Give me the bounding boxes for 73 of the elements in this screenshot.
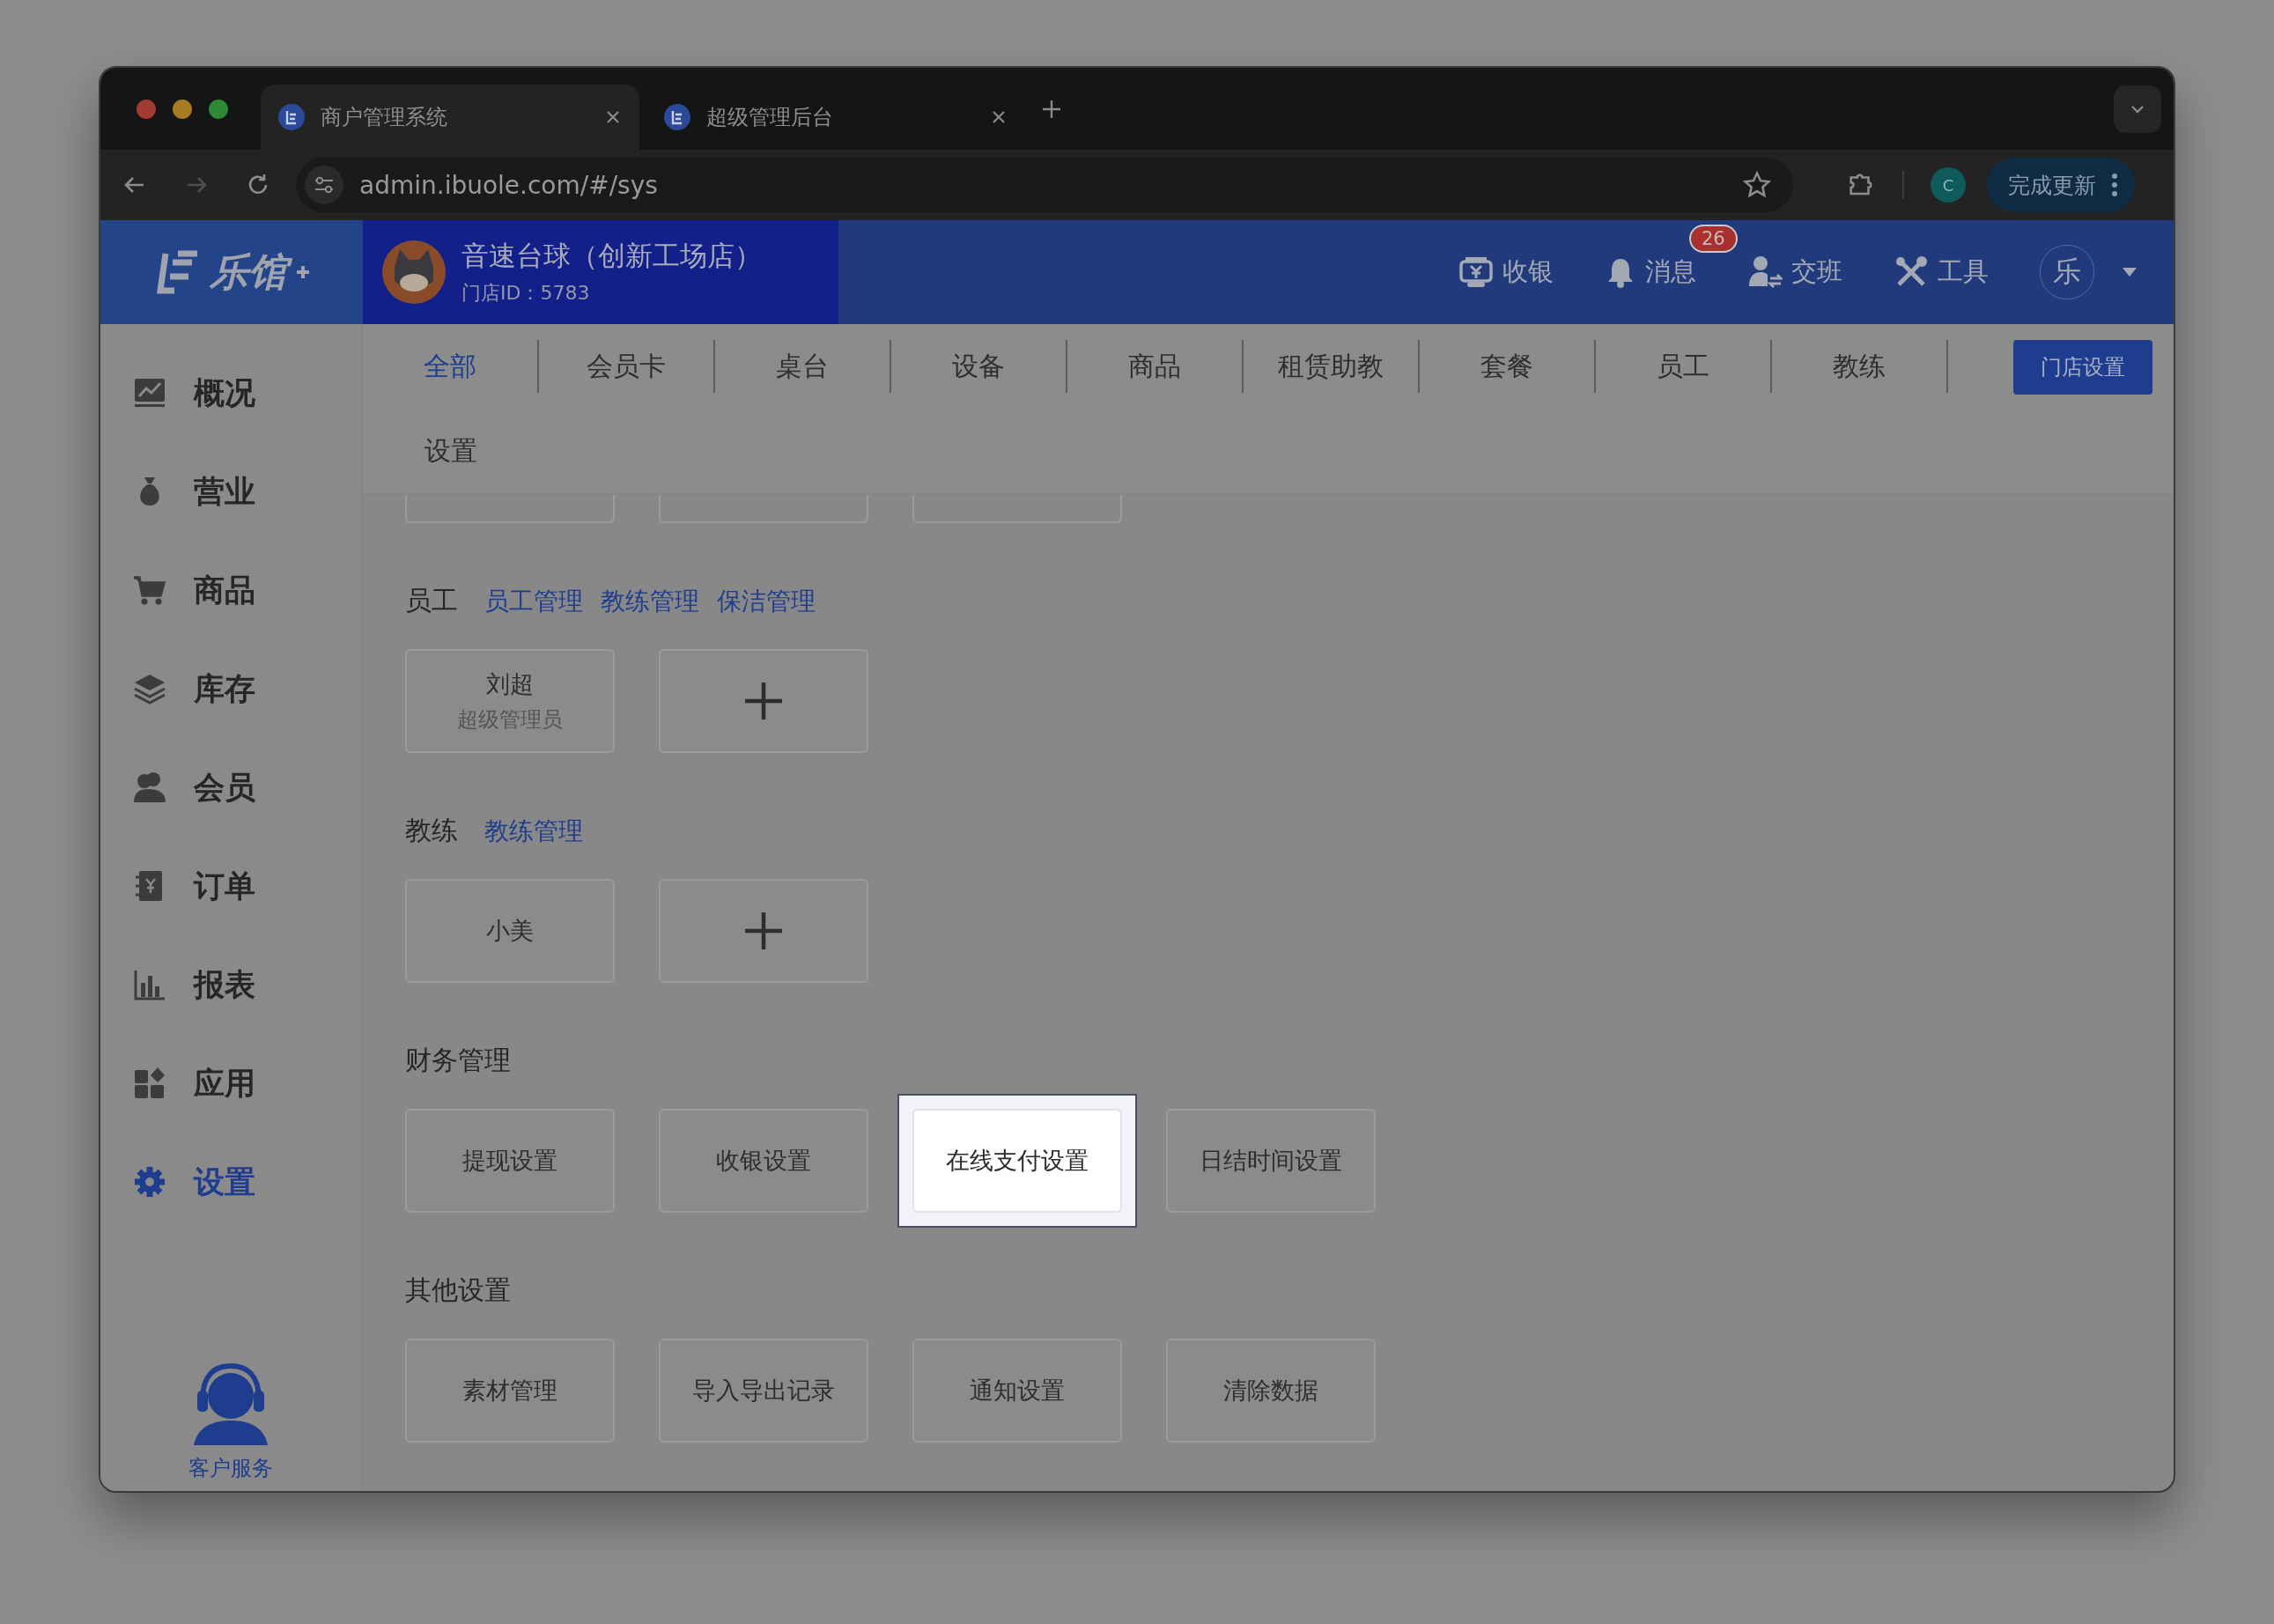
settings-button[interactable]: 收银设置: [659, 1109, 868, 1213]
browser-tab[interactable]: 超级管理后台: [646, 85, 1025, 150]
logo: 乐馆: [100, 220, 363, 324]
address-bar[interactable]: admin.ibuole.com/#/sys: [296, 158, 1793, 212]
plus-icon: [742, 680, 785, 722]
close-window-icon[interactable]: [136, 98, 157, 120]
sidebar-item[interactable]: 营业: [100, 442, 361, 541]
user-swap-icon: [1747, 255, 1783, 290]
category-tab[interactable]: 设置: [363, 424, 539, 477]
section-link[interactable]: 保洁管理: [717, 585, 816, 618]
section-title: 员工: [405, 584, 458, 617]
category-tab[interactable]: 设备: [891, 340, 1067, 393]
caret-icon[interactable]: [2121, 266, 2138, 278]
site-settings-icon[interactable]: [305, 166, 343, 204]
sidebar-item[interactable]: 报表: [100, 935, 361, 1034]
notification-badge: 26: [1689, 225, 1738, 253]
category-tab[interactable]: 商品: [1067, 340, 1244, 393]
users-icon: [132, 770, 167, 805]
section-title: 财务管理: [405, 1044, 511, 1077]
settings-button[interactable]: 素材管理: [405, 1339, 615, 1443]
settings-button[interactable]: 清除数据: [1166, 1339, 1376, 1443]
site-icon: [278, 104, 305, 130]
store-name: 音速台球（创新工场店）: [461, 239, 762, 273]
sidebar-item[interactable]: 概况: [100, 343, 361, 442]
customer-service-button[interactable]: 客户服务: [100, 1361, 361, 1491]
section-link[interactable]: 教练管理: [601, 585, 699, 618]
staff-name: 刘超: [486, 669, 534, 699]
category-tab[interactable]: 桌台: [715, 340, 891, 393]
settings-button[interactable]: 提现设置: [405, 1109, 615, 1213]
profile-avatar[interactable]: C: [1931, 167, 1966, 203]
sidebar-item[interactable]: 应用: [100, 1034, 361, 1133]
store-panel[interactable]: 音速台球（创新工场店） 门店ID：5783: [363, 220, 838, 324]
staff-card[interactable]: 小美: [405, 879, 615, 983]
category-tab[interactable]: 全部: [363, 340, 539, 393]
staff-name: 小美: [486, 916, 534, 946]
cash-register-icon: [1458, 255, 1494, 290]
sidebar-item[interactable]: 会员: [100, 738, 361, 837]
sidebar-item[interactable]: 订单: [100, 837, 361, 935]
store-settings-button[interactable]: 门店设置: [2013, 340, 2152, 395]
plus-icon: [742, 910, 785, 952]
category-tab[interactable]: 员工: [1596, 340, 1772, 393]
section-title: 教练: [405, 814, 458, 847]
browser-tab[interactable]: 商户管理系统: [261, 85, 639, 150]
apps-icon: [132, 1066, 167, 1101]
header-action[interactable]: 工具: [1894, 255, 1989, 290]
sidebar-item[interactable]: 商品: [100, 541, 361, 639]
bookmark-star-icon[interactable]: [1742, 170, 1772, 200]
settings-button[interactable]: 在线支付设置: [912, 1109, 1122, 1213]
plus-icon: [296, 265, 310, 279]
sidebar-item[interactable]: 设置: [100, 1133, 361, 1231]
maximize-window-icon[interactable]: [208, 98, 229, 120]
category-tab[interactable]: 教练: [1772, 340, 1948, 393]
section-title: 其他设置: [405, 1273, 511, 1307]
site-icon: [664, 104, 690, 130]
more-icon[interactable]: [2110, 172, 2119, 198]
category-tab[interactable]: 会员卡: [539, 340, 715, 393]
new-tab-icon[interactable]: [1041, 98, 1062, 120]
category-tab[interactable]: 租赁助教: [1244, 340, 1420, 393]
settings-button[interactable]: 通知设置: [912, 1339, 1122, 1443]
sidebar-item[interactable]: 库存: [100, 639, 361, 738]
store-id: 门店ID：5783: [461, 281, 591, 306]
section-link[interactable]: 员工管理: [484, 585, 583, 618]
update-button[interactable]: 完成更新: [1987, 158, 2135, 212]
settings-button[interactable]: 导入导出记录: [659, 1339, 868, 1443]
user-avatar[interactable]: 乐: [2040, 245, 2094, 299]
section-link[interactable]: 教练管理: [484, 815, 583, 848]
settings-button[interactable]: 日结时间设置: [1166, 1109, 1376, 1213]
header-action[interactable]: 收银: [1458, 255, 1554, 290]
settings-icon: [132, 1164, 167, 1200]
store-avatar-icon: [382, 240, 446, 304]
category-tab[interactable]: 套餐: [1420, 340, 1596, 393]
minimize-window-icon[interactable]: [172, 98, 193, 120]
header-action[interactable]: 交班: [1747, 255, 1842, 290]
